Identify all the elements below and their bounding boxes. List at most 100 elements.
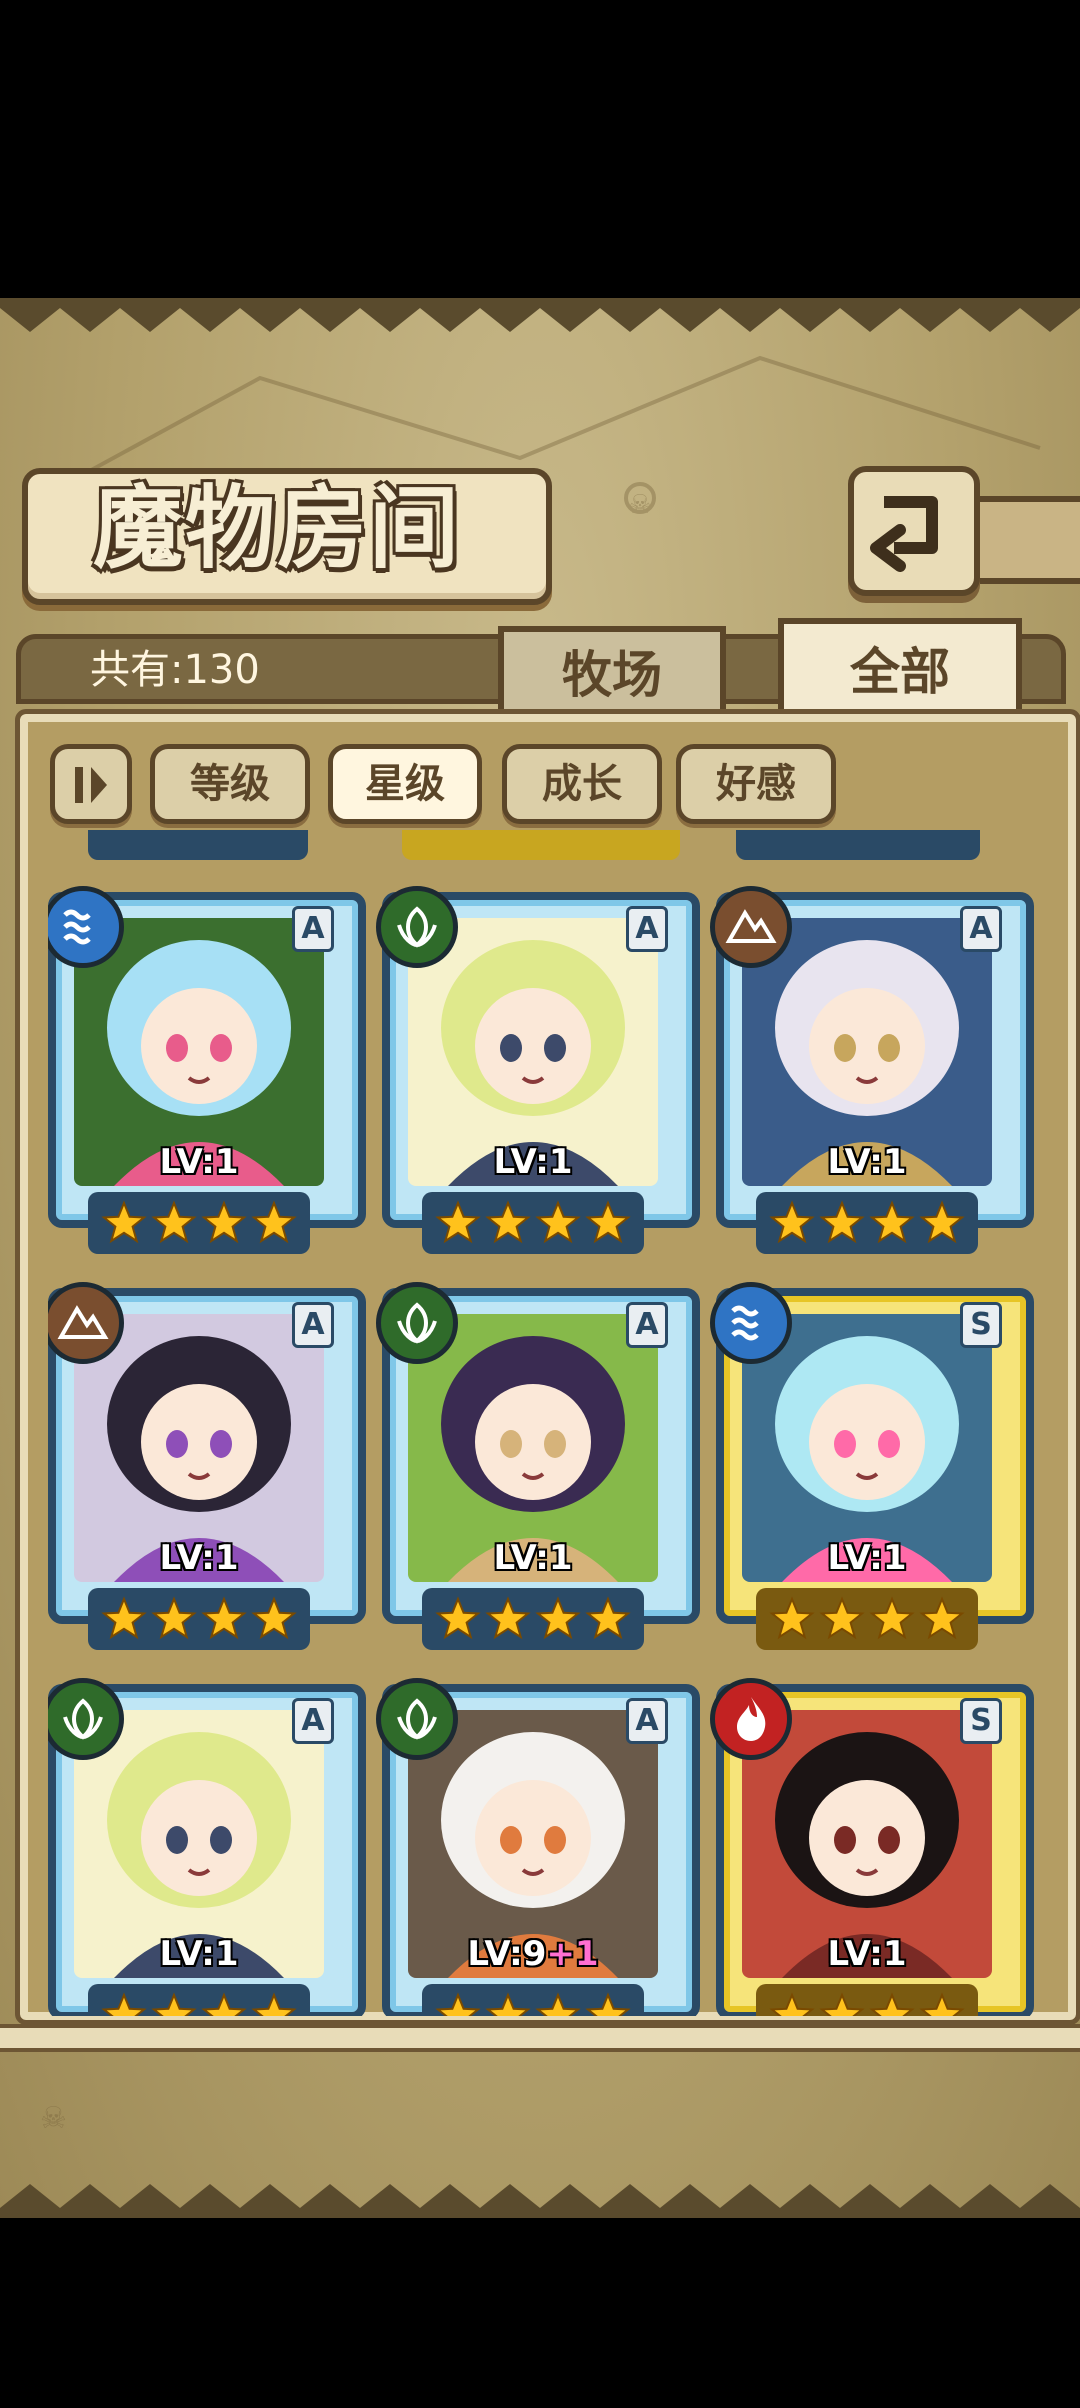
star-icon	[435, 1992, 481, 2016]
star-rating	[88, 1192, 310, 1254]
star-icon	[251, 1992, 297, 2016]
tab-farm[interactable]: 牧场	[498, 626, 726, 718]
star-icon	[151, 1992, 197, 2016]
monster-card[interactable]: S LV:1	[710, 1282, 1034, 1650]
star-icon	[251, 1596, 297, 1640]
sort-level-button[interactable]: 等级	[150, 744, 310, 824]
monster-card[interactable]: A LV:1	[48, 1282, 366, 1650]
star-icon	[585, 1596, 631, 1640]
star-icon	[919, 1200, 965, 1244]
rank-badge: A	[960, 906, 1002, 952]
star-icon	[435, 1200, 481, 1244]
monster-grid: A LV:1 A LV:1 A LV:1 A LV:1 A LV:1 S LV:1 A LV:1 A LV:9…	[48, 832, 1038, 2016]
monster-card[interactable]: A LV:1	[48, 886, 366, 1254]
level-value: LV:1	[827, 1934, 907, 1974]
svg-text:☠: ☠	[40, 2101, 67, 2136]
level-value: LV:1	[159, 1538, 239, 1578]
star-icon	[769, 1992, 815, 2016]
star-icon	[869, 1992, 915, 2016]
page-title: 魔物房间	[93, 475, 461, 581]
water-element-icon	[710, 1282, 792, 1364]
star-rating	[88, 1588, 310, 1650]
svg-text:☠: ☠	[628, 490, 651, 520]
star-icon	[819, 1596, 865, 1640]
level-value: LV:1	[493, 1538, 573, 1578]
monster-card[interactable]: A LV:9+1	[376, 1678, 700, 2016]
earth-element-icon	[48, 1282, 124, 1364]
rank-badge: A	[292, 1698, 334, 1744]
level-label: LV:1	[382, 1538, 684, 1578]
earth-element-icon	[710, 886, 792, 968]
level-label: LV:9+1	[382, 1934, 684, 1974]
star-rating	[422, 1984, 644, 2016]
star-icon	[535, 1200, 581, 1244]
star-icon	[769, 1596, 815, 1640]
rank-badge: A	[626, 1302, 668, 1348]
nature-element-icon	[48, 1678, 124, 1760]
star-icon	[201, 1200, 247, 1244]
monster-card[interactable]: A LV:1	[48, 1678, 366, 2016]
nature-element-icon	[376, 886, 458, 968]
level-label: LV:1	[716, 1934, 1018, 1974]
level-label: LV:1	[716, 1538, 1018, 1578]
star-rating	[422, 1192, 644, 1254]
level-value: LV:1	[827, 1142, 907, 1182]
nature-element-icon	[376, 1282, 458, 1364]
return-arrow-icon	[870, 496, 938, 572]
star-icon	[919, 1596, 965, 1640]
level-value: LV:1	[159, 1934, 239, 1974]
star-rating	[756, 1192, 978, 1254]
sort-order-toggle-button[interactable]	[50, 744, 132, 824]
star-rating	[88, 1984, 310, 2016]
level-bonus: +1	[546, 1934, 599, 1974]
level-value: LV:9	[467, 1934, 547, 1974]
monster-card[interactable]: S LV:1	[710, 1678, 1034, 2016]
star-icon	[869, 1200, 915, 1244]
star-icon	[151, 1596, 197, 1640]
tab-all[interactable]: 全部	[778, 618, 1022, 724]
level-label: LV:1	[48, 1934, 350, 1974]
rank-badge: A	[626, 906, 668, 952]
level-label: LV:1	[382, 1142, 684, 1182]
star-icon	[535, 1992, 581, 2016]
star-icon	[201, 1992, 247, 2016]
star-icon	[101, 1596, 147, 1640]
level-label: LV:1	[716, 1142, 1018, 1182]
rank-badge: S	[960, 1302, 1002, 1348]
star-icon	[819, 1992, 865, 2016]
monster-card[interactable]: A LV:1	[376, 1282, 700, 1650]
star-icon	[585, 1200, 631, 1244]
nature-element-icon	[376, 1678, 458, 1760]
star-icon	[485, 1200, 531, 1244]
star-icon	[435, 1596, 481, 1640]
water-element-icon	[48, 886, 124, 968]
star-icon	[819, 1200, 865, 1244]
level-value: LV:1	[827, 1538, 907, 1578]
star-icon	[919, 1992, 965, 2016]
star-icon	[485, 1992, 531, 2016]
rank-badge: S	[960, 1698, 1002, 1744]
star-rating	[756, 1984, 978, 2016]
star-rating	[422, 1588, 644, 1650]
back-button[interactable]	[848, 466, 980, 596]
monster-card[interactable]: A LV:1	[376, 886, 700, 1254]
monster-count: 共有:130	[90, 647, 260, 693]
star-icon	[535, 1596, 581, 1640]
monster-card[interactable]: A LV:1	[710, 886, 1034, 1254]
fire-element-icon	[710, 1678, 792, 1760]
sort-affinity-button[interactable]: 好感	[676, 744, 836, 824]
star-icon	[869, 1596, 915, 1640]
star-icon	[101, 1992, 147, 2016]
back-button-rail	[970, 496, 1080, 584]
star-icon	[151, 1200, 197, 1244]
star-icon	[101, 1200, 147, 1244]
level-value: LV:1	[493, 1142, 573, 1182]
sort-growth-button[interactable]: 成长	[502, 744, 662, 824]
level-label: LV:1	[48, 1142, 350, 1182]
sort-star-button[interactable]: 星级	[328, 744, 482, 824]
level-value: LV:1	[159, 1142, 239, 1182]
star-icon	[201, 1596, 247, 1640]
star-icon	[585, 1992, 631, 2016]
rank-badge: A	[292, 1302, 334, 1348]
star-rating	[756, 1588, 978, 1650]
